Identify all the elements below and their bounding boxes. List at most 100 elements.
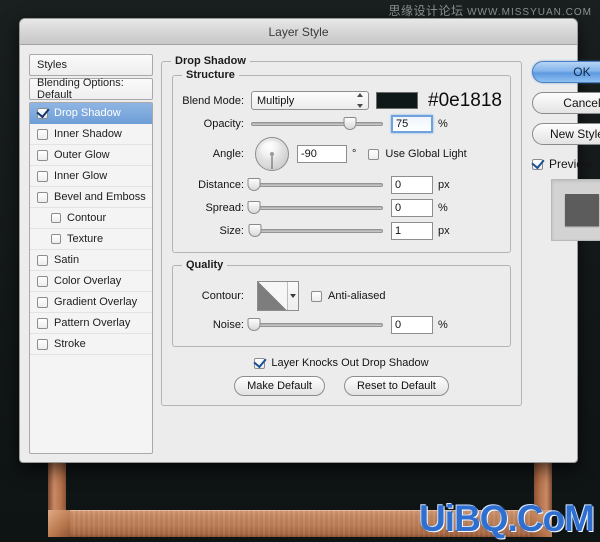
spread-row: Spread: % xyxy=(181,196,502,219)
use-global-light-checkbox[interactable] xyxy=(368,148,380,160)
new-style-button[interactable]: New Style... xyxy=(531,123,600,145)
dialog-action-column: OK Cancel New Style... Preview xyxy=(530,54,600,454)
preview-thumbnail xyxy=(550,179,600,241)
effect-list-item-contour[interactable]: Contour xyxy=(30,208,152,229)
effect-list-item-gradient-overlay[interactable]: Gradient Overlay xyxy=(30,292,152,313)
effect-label: Pattern Overlay xyxy=(54,317,131,329)
effect-list-item-color-overlay[interactable]: Color Overlay xyxy=(30,271,152,292)
contour-dropdown-button[interactable] xyxy=(288,282,298,310)
noise-slider[interactable] xyxy=(247,317,383,332)
anti-aliased-label: Anti-aliased xyxy=(328,290,386,302)
noise-input[interactable] xyxy=(391,315,433,334)
blend-mode-select[interactable]: NormalDissolveDarkenMultiplyColor BurnLi… xyxy=(251,91,369,111)
dial-hub xyxy=(270,152,274,156)
effect-list-item-pattern-overlay[interactable]: Pattern Overlay xyxy=(30,313,152,334)
layer-knocks-out-row[interactable]: Layer Knocks Out Drop Shadow xyxy=(172,357,511,369)
distance-slider[interactable] xyxy=(247,177,383,192)
spread-slider-thumb[interactable] xyxy=(247,200,261,214)
layer-knocks-out-checkbox[interactable] xyxy=(254,357,266,369)
opacity-slider[interactable] xyxy=(251,116,383,131)
effect-list-item-stroke[interactable]: Stroke xyxy=(30,334,152,355)
size-slider-thumb[interactable] xyxy=(248,223,262,237)
effect-checkbox[interactable] xyxy=(37,275,48,287)
effect-label: Satin xyxy=(54,254,80,266)
dialog-titlebar[interactable]: Layer Style xyxy=(20,19,577,45)
effect-checkbox[interactable] xyxy=(37,128,48,140)
shadow-hex-label: #0e1818 xyxy=(428,89,502,111)
styles-header[interactable]: Styles xyxy=(29,54,153,76)
distance-input[interactable] xyxy=(391,175,433,194)
size-slider[interactable] xyxy=(248,223,383,238)
effect-checkbox[interactable] xyxy=(51,234,61,244)
effect-checkbox[interactable] xyxy=(37,170,48,182)
effect-checkbox[interactable] xyxy=(51,213,61,223)
structure-group: Structure Blend Mode: NormalDissolveDark… xyxy=(172,69,511,253)
distance-slider-track xyxy=(251,182,383,187)
distance-row: Distance: px xyxy=(181,173,502,196)
noise-slider-track xyxy=(251,322,383,327)
defaults-button-row: Make Default Reset to Default xyxy=(172,376,511,396)
size-unit: px xyxy=(438,224,450,237)
contour-preset-thumbnail[interactable] xyxy=(257,281,299,311)
effect-checkbox[interactable] xyxy=(37,317,48,329)
angle-unit: ° xyxy=(352,148,357,160)
opacity-slider-thumb[interactable] xyxy=(343,116,357,130)
dial-needle-icon xyxy=(271,154,273,169)
drop-shadow-group-title: Drop Shadow xyxy=(171,55,250,67)
watermark-top-url: WWW.MISSYUAN.COM xyxy=(467,7,592,18)
effect-checkbox[interactable] xyxy=(37,107,48,119)
shadow-color-swatch[interactable] xyxy=(376,92,418,109)
styles-sidebar: Styles Blending Options: Default Drop Sh… xyxy=(29,54,153,454)
anti-aliased-checkbox[interactable] xyxy=(311,290,322,302)
effect-list-item-drop-shadow[interactable]: Drop Shadow xyxy=(30,103,152,124)
preview-row[interactable]: Preview xyxy=(531,157,600,171)
noise-slider-thumb[interactable] xyxy=(247,317,261,331)
effect-list-item-outer-glow[interactable]: Outer Glow xyxy=(30,145,152,166)
cancel-button[interactable]: Cancel xyxy=(531,92,600,114)
opacity-unit: % xyxy=(438,117,448,130)
opacity-row: Opacity: % xyxy=(181,112,502,135)
size-input[interactable] xyxy=(391,221,433,240)
layer-knocks-out-label: Layer Knocks Out Drop Shadow xyxy=(271,357,429,369)
effect-list-item-inner-glow[interactable]: Inner Glow xyxy=(30,166,152,187)
reset-to-default-button[interactable]: Reset to Default xyxy=(343,376,449,396)
effect-label: Inner Glow xyxy=(54,170,108,182)
noise-label: Noise: xyxy=(212,318,244,331)
spread-label: Spread: xyxy=(205,201,244,214)
preview-checkbox[interactable] xyxy=(531,158,543,170)
use-global-light-row[interactable]: Use Global Light xyxy=(368,148,467,160)
effect-checkbox[interactable] xyxy=(37,338,48,350)
effect-checkbox[interactable] xyxy=(37,254,48,266)
noise-row: Noise: % xyxy=(181,313,502,336)
opacity-input[interactable] xyxy=(391,114,433,133)
angle-label: Angle: xyxy=(212,148,244,160)
spread-unit: % xyxy=(438,201,448,214)
effect-checkbox[interactable] xyxy=(37,296,48,308)
use-global-light-label: Use Global Light xyxy=(385,148,467,160)
effects-list[interactable]: Drop Shadow Inner Shadow Outer Glow Inner G… xyxy=(29,102,153,454)
wood-bevel-left xyxy=(48,510,70,537)
spread-input[interactable] xyxy=(391,198,433,217)
effect-list-item-satin[interactable]: Satin xyxy=(30,250,152,271)
angle-dial[interactable] xyxy=(255,137,289,171)
anti-aliased-row[interactable]: Anti-aliased xyxy=(311,290,385,302)
effect-list-item-bevel-and-emboss[interactable]: Bevel and Emboss xyxy=(30,187,152,208)
effect-checkbox[interactable] xyxy=(37,191,48,203)
blending-options-row[interactable]: Blending Options: Default xyxy=(29,77,153,101)
blend-mode-select-wrap[interactable]: NormalDissolveDarkenMultiplyColor BurnLi… xyxy=(251,91,369,111)
ok-button[interactable]: OK xyxy=(531,61,600,83)
contour-curve-icon xyxy=(258,282,288,310)
effect-list-item-texture[interactable]: Texture xyxy=(30,229,152,250)
effect-label: Color Overlay xyxy=(54,275,122,287)
watermark-bottom: UiBQ.CoM xyxy=(419,498,595,539)
quality-group: Quality Contour: Anti-aliased Noise: 0 % xyxy=(172,259,511,347)
watermark-top-chinese: 思缘设计论坛 xyxy=(388,4,464,18)
make-default-button[interactable]: Make Default xyxy=(234,376,325,396)
effect-list-item-inner-shadow[interactable]: Inner Shadow xyxy=(30,124,152,145)
spread-slider[interactable] xyxy=(247,200,383,215)
angle-input[interactable] xyxy=(297,145,347,163)
effect-checkbox[interactable] xyxy=(37,149,48,161)
styles-label: Styles xyxy=(37,59,67,71)
layer-style-dialog: Layer Style Styles Blending Options: Def… xyxy=(19,18,600,463)
distance-slider-thumb[interactable] xyxy=(247,177,261,191)
